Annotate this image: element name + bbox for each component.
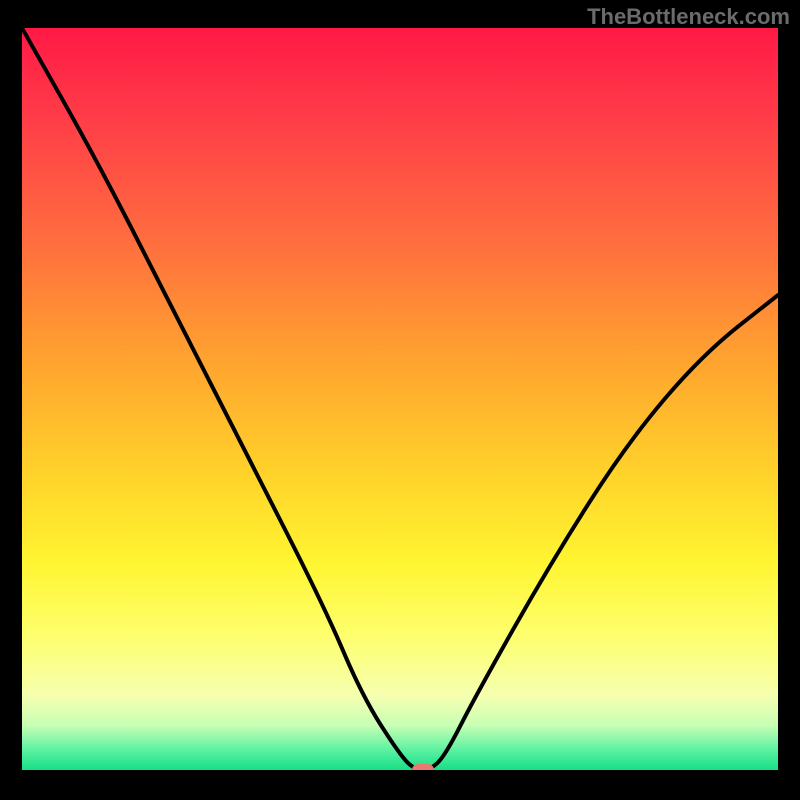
plot-area xyxy=(22,28,778,770)
optimal-marker xyxy=(412,764,434,770)
bottleneck-curve-svg xyxy=(22,28,778,770)
chart-frame: TheBottleneck.com xyxy=(0,0,800,800)
attribution-label: TheBottleneck.com xyxy=(587,4,790,30)
bottleneck-curve-path xyxy=(22,28,778,770)
